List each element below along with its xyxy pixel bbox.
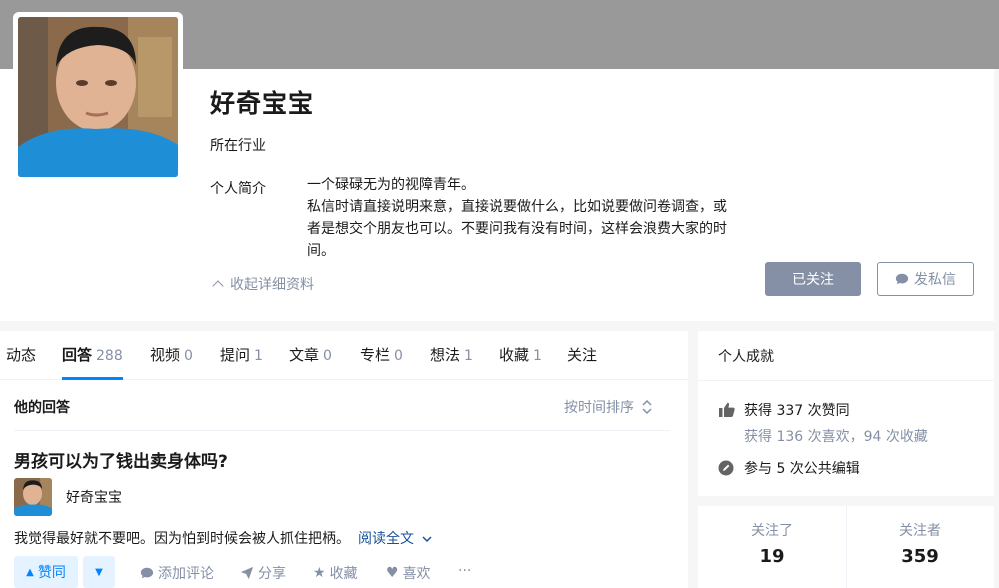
profile-name: 好奇宝宝 bbox=[210, 89, 315, 118]
share-button[interactable]: 分享 bbox=[240, 563, 286, 583]
tab-label: 回答 bbox=[62, 346, 93, 364]
send-message-label: 发私信 bbox=[914, 272, 956, 288]
chevron-up-icon bbox=[212, 280, 224, 292]
heart-icon: ♥ bbox=[386, 565, 399, 581]
followers-stat[interactable]: 关注者 359 bbox=[846, 506, 994, 588]
tab-activity[interactable]: 动态 bbox=[6, 331, 36, 380]
tab-count: 1 bbox=[464, 348, 473, 364]
profile-tabs: 动态 回答 288 视频 0 提问 1 文章 0 专栏 0 想法 1 收藏 1 关注 bbox=[0, 331, 688, 380]
edits-text: 参与 5 次公共编辑 bbox=[744, 461, 860, 477]
tab-collections[interactable]: 收藏 1 bbox=[499, 331, 542, 380]
profile-avatar-frame bbox=[13, 12, 183, 182]
upvotes-text: 获得 337 次赞同 bbox=[744, 403, 850, 419]
collapse-details-label: 收起详细资料 bbox=[230, 277, 314, 293]
bio-label: 个人简介 bbox=[210, 181, 266, 197]
bio-line: 私信时请直接说明来意，直接说要做什么，比如说要做问卷调查，或 bbox=[307, 199, 727, 215]
downvote-button[interactable]: ▼ bbox=[83, 556, 115, 588]
section-divider bbox=[14, 430, 670, 431]
like-button[interactable]: ♥ 喜欢 bbox=[386, 563, 431, 583]
add-comment-button[interactable]: 添加评论 bbox=[140, 563, 214, 583]
achievements-divider bbox=[698, 380, 994, 381]
tab-label: 提问 bbox=[220, 346, 251, 364]
tab-count: 0 bbox=[184, 348, 193, 364]
followers-label: 关注者 bbox=[899, 523, 941, 539]
tab-following[interactable]: 关注 bbox=[567, 331, 597, 380]
thumbs-up-icon bbox=[719, 402, 735, 417]
sort-toggle[interactable]: 按时间排序 bbox=[564, 397, 652, 417]
tab-label: 关注 bbox=[567, 346, 598, 364]
tab-label: 文章 bbox=[289, 346, 320, 364]
chevron-down-icon bbox=[422, 536, 432, 543]
star-icon: ★ bbox=[313, 565, 326, 581]
answer-excerpt-text: 我觉得最好就不要吧。因为怕到时候会被人抓住把柄。 bbox=[14, 531, 350, 547]
comment-icon bbox=[140, 567, 154, 579]
tab-count: 0 bbox=[323, 348, 332, 364]
tab-label: 动态 bbox=[6, 346, 37, 364]
upvote-button[interactable]: ▲ 赞同 bbox=[14, 556, 78, 588]
achievements-title: 个人成就 bbox=[718, 349, 774, 365]
bio-text: 一个碌碌无为的视障青年。 私信时请直接说明来意，直接说要做什么，比如说要做问卷调… bbox=[307, 174, 732, 262]
more-icon: ··· bbox=[458, 563, 472, 579]
tab-count: 1 bbox=[254, 348, 263, 364]
triangle-down-icon: ▼ bbox=[95, 566, 103, 578]
tab-label: 专栏 bbox=[360, 346, 391, 364]
upvote-label: 赞同 bbox=[37, 565, 66, 581]
collapse-details-button[interactable]: 收起详细资料 bbox=[212, 274, 314, 294]
following-stat[interactable]: 关注了 19 bbox=[698, 506, 846, 588]
answer-excerpt: 我觉得最好就不要吧。因为怕到时候会被人抓住把柄。 阅读全文 bbox=[14, 528, 432, 548]
achievements-card: 个人成就 获得 337 次赞同 获得 136 次喜欢，94 次收藏 参与 5 次… bbox=[698, 331, 994, 496]
read-more-link[interactable]: 阅读全文 bbox=[358, 531, 432, 547]
add-comment-label: 添加评论 bbox=[158, 566, 214, 582]
follow-stats-card: 关注了 19 关注者 359 bbox=[698, 506, 994, 588]
read-more-label: 阅读全文 bbox=[358, 531, 414, 547]
more-actions-button[interactable]: ··· bbox=[458, 563, 471, 579]
sort-arrows-icon bbox=[642, 400, 652, 414]
share-label: 分享 bbox=[258, 566, 286, 582]
tab-label: 视频 bbox=[150, 346, 181, 364]
profile-avatar[interactable] bbox=[18, 17, 178, 177]
tab-videos[interactable]: 视频 0 bbox=[150, 331, 193, 380]
tab-articles[interactable]: 文章 0 bbox=[289, 331, 332, 380]
triangle-up-icon: ▲ bbox=[26, 566, 34, 578]
sort-label: 按时间排序 bbox=[564, 400, 634, 416]
question-title[interactable]: 男孩可以为了钱出卖身体吗? bbox=[14, 447, 228, 472]
send-message-button[interactable]: 发私信 bbox=[877, 262, 974, 296]
tab-label: 收藏 bbox=[499, 346, 530, 364]
author-name[interactable]: 好奇宝宝 bbox=[66, 487, 122, 507]
tab-questions[interactable]: 提问 1 bbox=[220, 331, 263, 380]
likes-collects-text: 获得 136 次喜欢，94 次收藏 bbox=[744, 429, 928, 445]
share-icon bbox=[240, 566, 254, 580]
following-count: 19 bbox=[759, 546, 785, 567]
industry-label: 所在行业 bbox=[210, 138, 266, 154]
avatar-photo bbox=[18, 17, 178, 177]
author-avatar-photo bbox=[14, 478, 52, 516]
bio-line: 者是想交个朋友也可以。不要问我有没有时间，这样会浪费大家的时 bbox=[307, 221, 727, 237]
collect-button[interactable]: ★ 收藏 bbox=[313, 563, 358, 583]
like-label: 喜欢 bbox=[402, 566, 431, 582]
edit-icon bbox=[718, 460, 734, 476]
followed-button[interactable]: 已关注 bbox=[765, 262, 861, 296]
chat-bubble-icon bbox=[895, 273, 909, 285]
collect-label: 收藏 bbox=[329, 566, 358, 582]
tab-label: 想法 bbox=[430, 346, 461, 364]
tab-count: 1 bbox=[533, 348, 542, 364]
section-title: 他的回答 bbox=[14, 400, 70, 416]
edits-achievement: 参与 5 次公共编辑 bbox=[718, 458, 860, 478]
bio-line: 间。 bbox=[307, 243, 335, 259]
upvotes-achievement: 获得 337 次赞同 bbox=[718, 400, 850, 420]
tab-count: 288 bbox=[96, 348, 123, 364]
bio-line: 一个碌碌无为的视障青年。 bbox=[307, 177, 475, 193]
following-label: 关注了 bbox=[751, 523, 793, 539]
tab-columns[interactable]: 专栏 0 bbox=[360, 331, 403, 380]
tab-count: 0 bbox=[394, 348, 403, 364]
author-avatar[interactable] bbox=[14, 478, 52, 516]
followers-count: 359 bbox=[901, 546, 939, 567]
profile-main-card: 动态 回答 288 视频 0 提问 1 文章 0 专栏 0 想法 1 收藏 1 关注 他的回答… bbox=[0, 331, 688, 588]
tab-answers[interactable]: 回答 288 bbox=[62, 331, 123, 380]
tab-pins[interactable]: 想法 1 bbox=[430, 331, 473, 380]
